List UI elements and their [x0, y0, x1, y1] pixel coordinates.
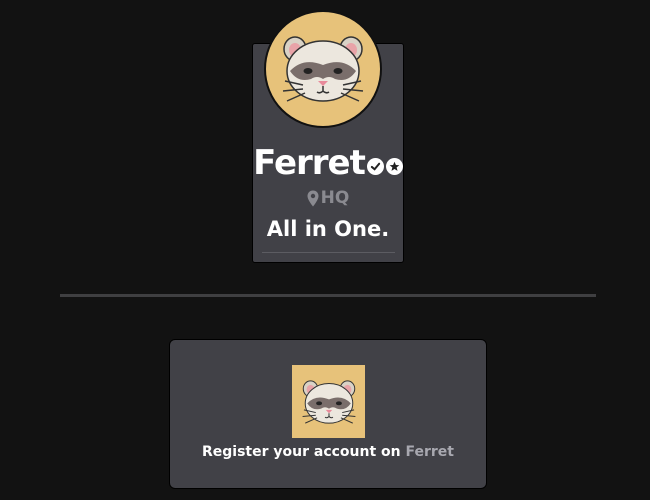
location-pin-icon	[307, 190, 319, 206]
star-badge-icon	[385, 157, 403, 175]
card-divider	[262, 252, 395, 253]
profile-name-row: Ferret	[252, 143, 404, 183]
ferret-logo-icon	[302, 379, 355, 424]
verified-check-icon	[366, 157, 384, 175]
location-label: HQ	[320, 188, 350, 208]
register-prompt[interactable]: Register your account on Ferret	[169, 443, 487, 461]
page: Ferret HQ All in One. Register your acco…	[0, 0, 650, 500]
register-label: Register your account on	[201, 444, 401, 460]
register-logo	[292, 365, 365, 438]
ferret-avatar-icon	[282, 36, 364, 102]
register-brand-link[interactable]: Ferret	[406, 444, 455, 460]
profile-tagline: All in One.	[266, 217, 390, 241]
profile-name: Ferret	[253, 143, 366, 183]
profile-avatar	[264, 10, 382, 128]
profile-location: HQ	[252, 188, 404, 208]
section-divider	[60, 294, 596, 297]
